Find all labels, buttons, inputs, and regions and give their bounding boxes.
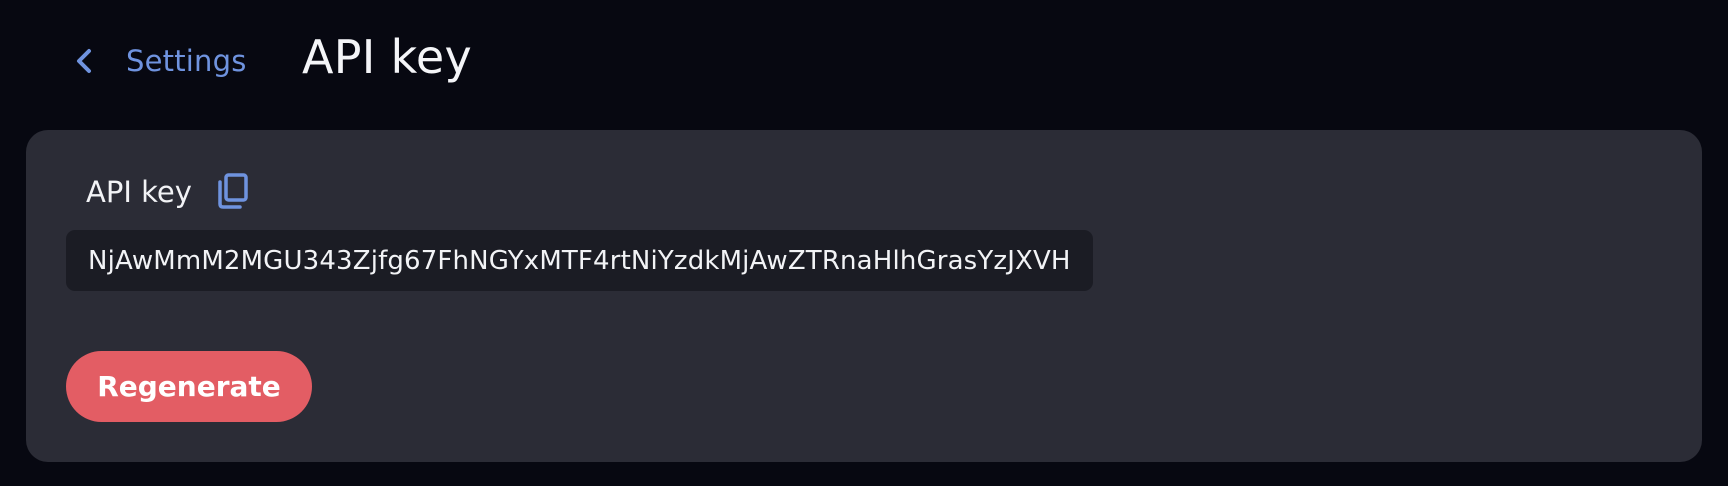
api-key-card: API key NjAwMmM2MGU343Zjfg67FhNGYxMTF4rt… [26, 130, 1702, 462]
back-link-label: Settings [126, 44, 247, 78]
regenerate-button[interactable]: Regenerate [66, 351, 312, 422]
page-title: API key [302, 30, 473, 84]
chevron-left-icon [74, 46, 94, 76]
api-key-field-header: API key [86, 170, 252, 214]
page-header: Settings API key [0, 0, 1728, 118]
back-to-settings-link[interactable]: Settings [74, 38, 247, 84]
api-key-label: API key [86, 175, 192, 209]
copy-api-key-button[interactable] [214, 172, 252, 212]
api-key-display[interactable]: NjAwMmM2MGU343Zjfg67FhNGYxMTF4rtNiYzdkMj… [66, 230, 1093, 291]
api-key-value[interactable]: NjAwMmM2MGU343Zjfg67FhNGYxMTF4rtNiYzdkMj… [88, 246, 1071, 276]
copy-icon [217, 172, 249, 212]
